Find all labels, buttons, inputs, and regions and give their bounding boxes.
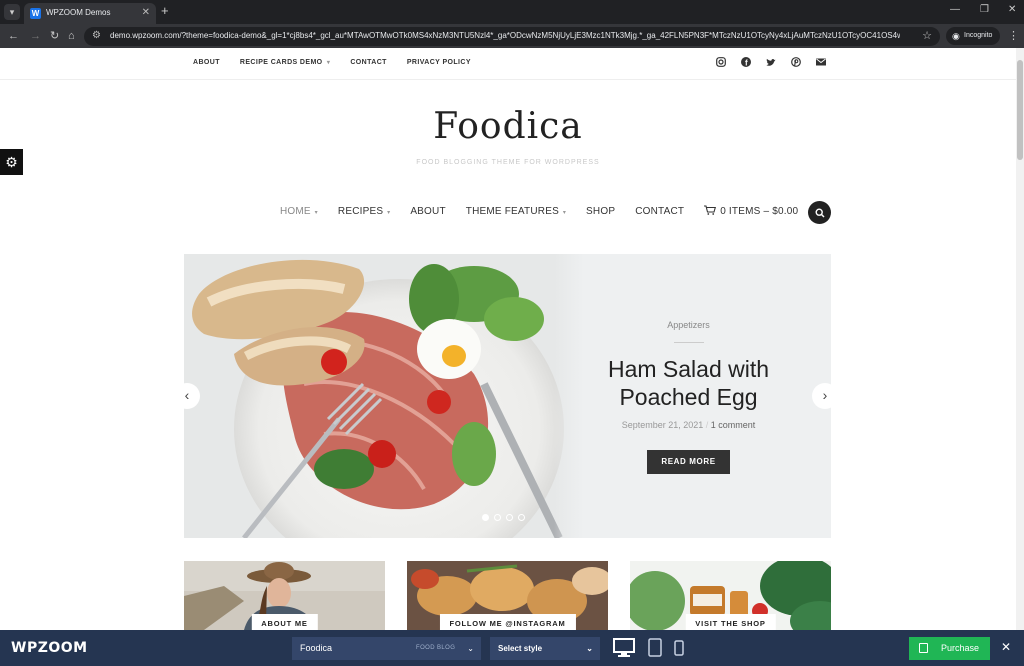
slider-next-button[interactable]: › (812, 383, 838, 409)
instagram-icon[interactable] (716, 57, 726, 67)
mobile-icon[interactable] (674, 640, 684, 656)
slider-dots (482, 514, 530, 521)
wpzoom-favicon-icon: W (30, 8, 41, 19)
theme-name: Foodica (300, 643, 333, 653)
slider-dot[interactable] (494, 514, 501, 521)
home-icon[interactable]: ⌂ (68, 29, 75, 43)
slider-dot[interactable] (518, 514, 525, 521)
hero-image[interactable] (184, 254, 584, 538)
slider-dot[interactable] (506, 514, 513, 521)
hero-divider (674, 342, 704, 343)
social-links: f (716, 57, 841, 67)
tab-list-icon[interactable]: ▾ (4, 4, 20, 20)
reload-icon[interactable]: ↻ (50, 29, 59, 43)
desktop-icon[interactable] (613, 638, 635, 658)
card-shop[interactable]: VISIT THE SHOP (630, 561, 831, 630)
tab-title: WPZOOM Demos (46, 8, 111, 17)
bookmark-star-icon[interactable]: ☆ (922, 29, 932, 42)
incognito-badge[interactable]: ◉ Incognito (946, 27, 1000, 45)
top-bar: ABOUT RECIPE CARDS DEMO ▾ CONTACT PRIVAC… (0, 48, 1016, 80)
incognito-icon: ◉ (952, 31, 960, 41)
url-text[interactable]: demo.wpzoom.com/?theme=foodica-demo&_gl=… (110, 31, 900, 40)
hero-meta: September 21, 2021 / 1 comment (621, 420, 756, 430)
featured-slider: Appetizers Ham Salad with Poached Egg Se… (184, 254, 831, 538)
nav-theme-features[interactable]: THEME FEATURES ▾ (466, 206, 566, 217)
search-button[interactable] (808, 201, 831, 224)
site-logo[interactable]: Foodica (0, 106, 1016, 147)
top-link-privacy-policy[interactable]: PRIVACY POLICY (407, 59, 471, 66)
page-viewport: ABOUT RECIPE CARDS DEMO ▾ CONTACT PRIVAC… (0, 48, 1016, 630)
page-scrollbar[interactable] (1016, 48, 1024, 630)
hero-title[interactable]: Ham Salad with Poached Egg (584, 355, 793, 411)
nav-home[interactable]: HOME ▾ (280, 206, 318, 217)
nav-recipes[interactable]: RECIPES ▾ (338, 206, 390, 217)
site-tagline: FOOD BLOGGING THEME FOR WORDPRESS (416, 159, 600, 166)
demo-switcher-bar: WPZOOM Foodica FOOD BLOG ⌄ Select style … (0, 630, 1024, 666)
slider-dot[interactable] (482, 514, 489, 521)
shopping-bag-icon (919, 643, 928, 653)
main-navigation: HOME ▾ RECIPES ▾ ABOUT THEME FEATURES ▾ … (280, 205, 818, 217)
cart-icon (704, 205, 717, 215)
top-menu: ABOUT RECIPE CARDS DEMO ▾ CONTACT PRIVAC… (193, 59, 491, 66)
theme-select[interactable]: Foodica FOOD BLOG ⌄ (292, 637, 481, 660)
site-info-icon[interactable]: ⚙ (92, 30, 101, 41)
facebook-icon[interactable]: f (741, 57, 751, 67)
address-bar[interactable]: ⚙ demo.wpzoom.com/?theme=foodica-demo&_g… (84, 27, 940, 46)
nav-about[interactable]: ABOUT (410, 206, 445, 217)
back-icon[interactable]: ← (8, 29, 19, 43)
chevron-down-icon: ▾ (385, 209, 391, 216)
slider-prev-button[interactable]: ‹ (174, 383, 200, 409)
twitter-icon[interactable] (766, 57, 776, 67)
card-shop-label[interactable]: VISIT THE SHOP (685, 614, 776, 630)
style-select-label: Select style (498, 644, 543, 653)
minimize-icon[interactable]: — (950, 4, 960, 15)
purchase-button[interactable]: Purchase (909, 637, 990, 660)
nav-contact[interactable]: CONTACT (635, 206, 684, 217)
scrollbar-thumb[interactable] (1017, 60, 1023, 160)
hero-comments-link[interactable]: 1 comment (711, 420, 756, 430)
chevron-down-icon: ⌄ (586, 644, 593, 653)
new-tab-icon[interactable]: + (161, 4, 169, 18)
hero-date: September 21, 2021 (621, 420, 704, 430)
browser-tabbar: ▾ W WPZOOM Demos ✕ + — ❐ ✕ (0, 0, 1024, 24)
wpzoom-logo[interactable]: WPZOOM (11, 640, 88, 656)
search-icon (814, 207, 825, 218)
nav-cart[interactable]: 0 ITEMS – $0.00 (704, 205, 798, 217)
browser-menu-icon[interactable]: ⋮ (1008, 29, 1019, 42)
top-link-about[interactable]: ABOUT (193, 59, 220, 66)
chevron-down-icon: ▾ (560, 209, 567, 216)
theme-type: FOOD BLOG (416, 645, 456, 651)
pinterest-icon[interactable] (791, 57, 801, 67)
read-more-button[interactable]: READ MORE (647, 450, 730, 474)
style-select[interactable]: Select style ⌄ (490, 637, 600, 660)
close-panel-icon[interactable]: ✕ (1001, 640, 1011, 654)
tablet-icon[interactable] (648, 638, 662, 657)
svg-text:f: f (745, 59, 748, 67)
card-instagram[interactable]: FOLLOW ME @INSTAGRAM (407, 561, 608, 630)
chevron-down-icon: ▾ (312, 209, 318, 216)
hero-category[interactable]: Appetizers (584, 320, 793, 330)
restore-icon[interactable]: ❐ (980, 4, 989, 15)
card-about-me[interactable]: ABOUT ME (184, 561, 385, 630)
top-link-contact[interactable]: CONTACT (350, 59, 387, 66)
tab-close-icon[interactable]: ✕ (142, 7, 150, 18)
browser-toolbar: ← → ↻ ⌂ ⚙ demo.wpzoom.com/?theme=foodica… (0, 24, 1024, 48)
top-link-recipe-cards-demo[interactable]: RECIPE CARDS DEMO ▾ (240, 59, 330, 66)
window-close-icon[interactable]: ✕ (1008, 4, 1016, 15)
card-instagram-label[interactable]: FOLLOW ME @INSTAGRAM (439, 614, 576, 630)
browser-tab[interactable]: W WPZOOM Demos ✕ (24, 3, 156, 24)
nav-shop[interactable]: SHOP (586, 206, 615, 217)
chevron-down-icon: ▾ (326, 60, 331, 66)
email-icon[interactable] (816, 57, 826, 67)
forward-icon[interactable]: → (30, 29, 41, 43)
incognito-label: Incognito (964, 32, 993, 39)
card-about-me-label[interactable]: ABOUT ME (251, 614, 318, 630)
chevron-down-icon: ⌄ (467, 644, 474, 653)
